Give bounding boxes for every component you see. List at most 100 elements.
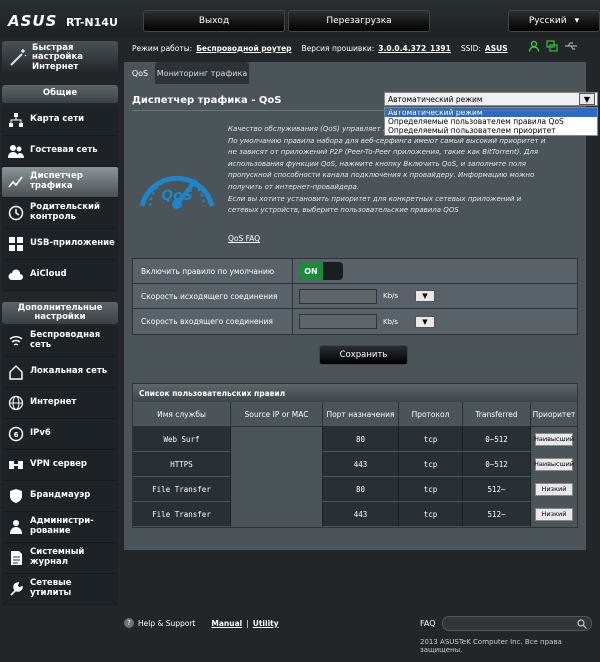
protocol-cell[interactable]: tcp <box>399 502 463 527</box>
link-separator: | <box>246 618 249 628</box>
client-icon[interactable] <box>528 40 540 52</box>
firmware-link[interactable]: 3.0.0.4.372_1391 <box>378 44 451 53</box>
description-line: Если вы хотите установить приоритет для … <box>228 194 522 203</box>
service-name-cell[interactable]: File Transfer <box>133 477 231 502</box>
sidebar-item-label: Системный журнал <box>30 547 85 567</box>
transferred-cell[interactable]: 0~512 <box>463 452 531 477</box>
source-cell[interactable] <box>231 452 323 477</box>
faq-search: FAQ <box>420 616 592 631</box>
wireless-icon <box>8 333 24 349</box>
column-header: Source IP or MAC <box>231 402 323 427</box>
table-row: File Transfer 443 tcp 512~ Низкий <box>133 502 577 527</box>
protocol-cell[interactable]: tcp <box>399 427 463 452</box>
source-cell[interactable] <box>231 427 323 452</box>
qos-faq-link[interactable]: QoS FAQ <box>228 234 260 243</box>
service-name-cell[interactable]: File Transfer <box>133 502 231 527</box>
description-line: использования функции QoS, нажмите кнопк… <box>228 159 527 168</box>
help-support-link[interactable]: Help & Support <box>138 619 195 628</box>
upload-speed-input[interactable] <box>299 288 377 304</box>
sidebar-item-usb-app[interactable]: USB-приложение <box>2 229 118 260</box>
port-cell[interactable]: 443 <box>323 502 399 527</box>
sidebar-item-label: Карта сети <box>30 114 85 125</box>
description-line: получить от интернет-провайдера. <box>228 182 359 191</box>
sidebar-item-internet[interactable]: Интернет <box>2 388 118 419</box>
sidebar-item-administration[interactable]: Администри-рование <box>2 512 118 543</box>
qos-description: Качество обслуживания (QoS) управляет ..… <box>228 124 546 217</box>
priority-select[interactable]: Низкий <box>535 482 573 496</box>
protocol-cell[interactable]: tcp <box>399 452 463 477</box>
priority-select[interactable]: Наивысший <box>534 457 574 471</box>
transferred-cell[interactable]: 512~ <box>463 502 531 527</box>
search-icon[interactable] <box>576 619 587 629</box>
sidebar-item-network-tools[interactable]: Сетевые утилиты <box>2 574 118 605</box>
sidebar-item-label: Гостевая сеть <box>30 145 98 156</box>
firmware-label: Версия прошивки: <box>301 43 375 53</box>
service-name-cell[interactable]: HTTPS <box>133 452 231 477</box>
column-header: Приоритет <box>531 402 577 427</box>
upload-unit-dropdown[interactable]: ▼ <box>415 290 435 302</box>
source-cell[interactable] <box>231 502 323 527</box>
model-name: RT-N14U <box>66 16 118 29</box>
service-name-cell[interactable]: Web Surf <box>133 427 231 452</box>
sidebar-item-vpn[interactable]: VPN сервер <box>2 450 118 481</box>
sidebar-item-label: Администри-рование <box>30 516 94 536</box>
transferred-cell[interactable]: 0~512 <box>463 427 531 452</box>
aicloud-icon <box>8 267 24 283</box>
table-row: Web Surf 80 tcp 0~512 Наивысший <box>133 427 577 452</box>
sidebar: Быстрая настройка Интернет Общие Карта с… <box>0 38 120 606</box>
tab-traffic-monitor[interactable]: Мониторинг трафика <box>155 62 249 84</box>
traffic-manager-icon <box>8 174 24 190</box>
manual-link[interactable]: Manual <box>211 619 242 628</box>
general-menu: Карта сети Гостевая сеть Диспетчер трафи… <box>2 105 118 291</box>
qos-mode-select[interactable]: Автоматический режим ▼ <box>384 92 598 106</box>
description-line: По умолчанию правила набора для веб-серф… <box>228 136 546 145</box>
language-select[interactable]: Русский ▾ <box>508 10 600 32</box>
sidebar-item-lan[interactable]: Локальная сеть <box>2 357 118 388</box>
protocol-cell[interactable]: tcp <box>399 477 463 502</box>
usb-app-icon <box>8 236 24 252</box>
internet-status-icon[interactable] <box>546 40 558 52</box>
mode-link[interactable]: Беспроводной роутер <box>196 44 291 53</box>
sidebar-item-guest-network[interactable]: Гостевая сеть <box>2 136 118 167</box>
transferred-cell[interactable]: 512~ <box>463 477 531 502</box>
svg-text:6: 6 <box>14 431 19 439</box>
column-header: Имя службы <box>133 402 231 427</box>
priority-cell: Наивысший <box>531 452 577 477</box>
port-cell[interactable]: 443 <box>323 452 399 477</box>
sidebar-item-firewall[interactable]: Брандмауэр <box>2 481 118 512</box>
table-header-row: Имя службы Source IP or MAC Порт назначе… <box>133 402 577 427</box>
sidebar-item-aicloud[interactable]: AiCloud <box>2 260 118 291</box>
svg-text:QoS: QoS <box>161 188 193 204</box>
sidebar-item-system-log[interactable]: Системный журнал <box>2 543 118 574</box>
faq-search-input[interactable] <box>441 616 592 631</box>
port-cell[interactable]: 80 <box>323 427 399 452</box>
form-row: Скорость исходящего соединения Kb/s ▼ <box>133 284 577 309</box>
firewall-icon <box>8 488 24 504</box>
download-unit-dropdown[interactable]: ▼ <box>415 315 435 328</box>
sidebar-item-network-map[interactable]: Карта сети <box>2 105 118 136</box>
form-row: Скорость входящего соединения Kb/s ▼ <box>133 309 577 334</box>
priority-select[interactable]: Наивысший <box>534 432 574 446</box>
logout-button[interactable]: Выход <box>143 10 285 32</box>
download-speed-input[interactable] <box>299 314 377 329</box>
quick-setup-button[interactable]: Быстрая настройка Интернет <box>2 41 118 75</box>
sidebar-item-wireless[interactable]: Беспроводная сеть <box>2 326 118 357</box>
utility-link[interactable]: Utility <box>253 619 279 628</box>
ssid-link[interactable]: ASUS <box>485 44 508 53</box>
sidebar-item-ipv6[interactable]: 6 IPv6 <box>2 419 118 450</box>
sidebar-item-traffic-manager[interactable]: Диспетчер трафика <box>2 167 118 198</box>
priority-cell: Низкий <box>531 502 577 527</box>
advanced-menu: Беспроводная сеть Локальная сеть Интерне… <box>2 326 118 605</box>
port-cell[interactable]: 80 <box>323 477 399 502</box>
usb-status-icon[interactable] <box>564 40 578 52</box>
divider <box>132 110 578 111</box>
enable-qos-toggle[interactable]: ON <box>299 262 343 280</box>
reboot-button[interactable]: Перезагрузка <box>288 10 430 32</box>
priority-select[interactable]: Низкий <box>535 507 573 521</box>
ipv6-icon: 6 <box>8 426 24 442</box>
tab-qos[interactable]: QoS <box>127 62 153 84</box>
save-button[interactable]: Сохранить <box>319 345 408 365</box>
source-cell[interactable] <box>231 477 323 502</box>
sidebar-item-parental-control[interactable]: Родительский контроль <box>2 198 118 229</box>
sidebar-item-label: Брандмауэр <box>30 490 91 501</box>
